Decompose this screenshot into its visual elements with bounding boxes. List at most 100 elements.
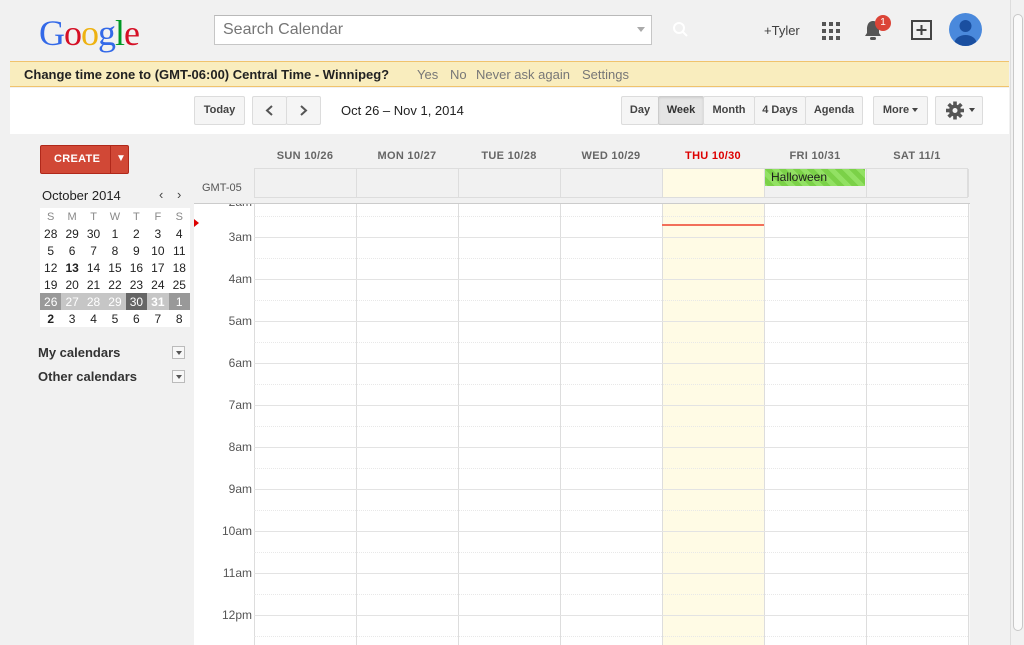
mini-calendar-day[interactable]: 28 <box>40 225 61 242</box>
mini-calendar-week: 12 13 14 15 16 17 18 <box>40 259 190 276</box>
search-box[interactable] <box>214 15 652 45</box>
mini-calendar-day[interactable]: 11 <box>169 242 190 259</box>
search-button[interactable] <box>665 15 697 45</box>
mini-calendar-day[interactable]: 20 <box>61 276 82 293</box>
other-calendars-heading[interactable]: Other calendars <box>38 369 137 384</box>
account-avatar[interactable] <box>949 13 982 46</box>
day-column[interactable] <box>254 204 356 645</box>
user-profile-link[interactable]: +Tyler <box>764 23 800 38</box>
all-day-cell[interactable] <box>867 169 969 197</box>
mini-calendar-day[interactable]: 31 <box>147 293 169 310</box>
day-header[interactable]: WED 10/29 <box>560 150 662 162</box>
all-day-cell[interactable] <box>255 169 357 197</box>
all-day-cell[interactable] <box>561 169 663 197</box>
mini-calendar-day[interactable]: 26 <box>40 293 62 310</box>
day-column[interactable] <box>866 204 968 645</box>
mini-calendar-day[interactable]: 3 <box>61 310 82 327</box>
prev-week-button[interactable] <box>252 96 287 125</box>
page-scrollbar[interactable] <box>1010 0 1024 645</box>
view-agenda-button[interactable]: Agenda <box>805 96 863 125</box>
timezone-settings-link[interactable]: Settings <box>582 67 629 82</box>
view-4days-button[interactable]: 4 Days <box>754 96 806 125</box>
day-header[interactable]: THU 10/30 <box>662 150 764 162</box>
mini-calendar-day[interactable]: 16 <box>126 259 147 276</box>
create-dropdown-icon[interactable]: ▼ <box>116 153 126 164</box>
day-column[interactable] <box>560 204 662 645</box>
mini-calendar-day[interactable]: 29 <box>61 225 82 242</box>
mini-calendar-day[interactable]: 3 <box>147 225 168 242</box>
grid-scrollbar[interactable] <box>968 204 970 645</box>
mini-calendar-day[interactable]: 19 <box>40 276 61 293</box>
mini-prev-month-icon[interactable]: ‹ <box>159 187 163 202</box>
share-add-icon[interactable] <box>911 20 932 40</box>
settings-menu-button[interactable] <box>935 96 983 125</box>
create-event-button[interactable]: CREATE ▼ <box>40 145 129 174</box>
day-column[interactable] <box>356 204 458 645</box>
mini-calendar-day[interactable]: 25 <box>169 276 190 293</box>
mini-calendar-day[interactable]: 13 <box>61 259 82 276</box>
mini-calendar-day[interactable]: 14 <box>83 259 104 276</box>
mini-calendar-day[interactable]: 30 <box>125 293 148 310</box>
mini-calendar-day[interactable]: 10 <box>147 242 168 259</box>
view-month-button[interactable]: Month <box>703 96 755 125</box>
page-scrollbar-thumb[interactable] <box>1013 14 1023 631</box>
mini-calendar-day[interactable]: 6 <box>126 310 147 327</box>
search-input[interactable] <box>215 16 615 44</box>
view-day-button[interactable]: Day <box>621 96 659 125</box>
mini-calendar-day[interactable]: 27 <box>61 293 83 310</box>
next-week-button[interactable] <box>286 96 321 125</box>
mini-calendar-day[interactable]: 7 <box>83 242 104 259</box>
mini-calendar-day[interactable]: 9 <box>126 242 147 259</box>
mini-calendar-day[interactable]: 1 <box>168 293 190 310</box>
mini-calendar-day[interactable]: 17 <box>147 259 168 276</box>
mini-calendar-day[interactable]: 4 <box>83 310 104 327</box>
my-calendars-heading[interactable]: My calendars <box>38 345 120 360</box>
mini-calendar-day[interactable]: 24 <box>147 276 168 293</box>
mini-calendar-day[interactable]: 29 <box>104 293 126 310</box>
today-button[interactable]: Today <box>194 96 245 125</box>
more-menu-button[interactable]: More <box>873 96 928 125</box>
day-header[interactable]: SUN 10/26 <box>254 150 356 162</box>
mini-calendar-day[interactable]: 21 <box>83 276 104 293</box>
notification-count-badge[interactable]: 1 <box>875 15 891 31</box>
mini-calendar-day[interactable]: 8 <box>169 310 190 327</box>
mini-calendar-day[interactable]: 4 <box>169 225 190 242</box>
time-grid[interactable]: 2am 3am 4am 5am 6am 7am 8am 9am 10am 11am 12pm <box>194 203 970 645</box>
other-calendars-dropdown-icon[interactable] <box>172 370 185 383</box>
search-options-caret-icon[interactable] <box>637 27 645 32</box>
view-week-button[interactable]: Week <box>658 96 704 125</box>
timezone-no-link[interactable]: No <box>450 67 467 82</box>
mini-calendar-day[interactable]: 1 <box>104 225 125 242</box>
mini-calendar-day[interactable]: 6 <box>61 242 82 259</box>
google-logo[interactable]: Google <box>39 12 140 54</box>
day-header[interactable]: FRI 10/31 <box>764 150 866 162</box>
day-column[interactable] <box>662 204 764 645</box>
day-header[interactable]: MON 10/27 <box>356 150 458 162</box>
day-header[interactable]: SAT 11/1 <box>866 150 968 162</box>
day-column[interactable] <box>458 204 560 645</box>
mini-calendar-day[interactable]: 28 <box>82 293 105 310</box>
my-calendars-dropdown-icon[interactable] <box>172 346 185 359</box>
all-day-cell[interactable] <box>357 169 459 197</box>
mini-calendar-day[interactable]: 2 <box>126 225 147 242</box>
timezone-never-link[interactable]: Never ask again <box>476 67 570 82</box>
mini-calendar-day[interactable]: 22 <box>104 276 125 293</box>
mini-calendar-day[interactable]: 2 <box>40 310 61 327</box>
day-column[interactable] <box>764 204 866 645</box>
timezone-yes-link[interactable]: Yes <box>417 67 438 82</box>
mini-calendar-day[interactable]: 18 <box>169 259 190 276</box>
mini-calendar-day[interactable]: 23 <box>126 276 147 293</box>
all-day-cell[interactable] <box>459 169 561 197</box>
mini-calendar-day[interactable]: 8 <box>104 242 125 259</box>
mini-calendar-day[interactable]: 7 <box>147 310 168 327</box>
mini-calendar-day[interactable]: 30 <box>83 225 104 242</box>
mini-calendar-day[interactable]: 5 <box>40 242 61 259</box>
mini-calendar-day[interactable]: 5 <box>104 310 125 327</box>
mini-calendar-day[interactable]: 12 <box>40 259 61 276</box>
apps-grid-icon[interactable] <box>822 22 840 40</box>
all-day-event[interactable]: Halloween <box>765 169 865 186</box>
day-header[interactable]: TUE 10/28 <box>458 150 560 162</box>
all-day-cell[interactable] <box>663 169 765 197</box>
mini-calendar-day[interactable]: 15 <box>104 259 125 276</box>
mini-next-month-icon[interactable]: › <box>177 187 181 202</box>
